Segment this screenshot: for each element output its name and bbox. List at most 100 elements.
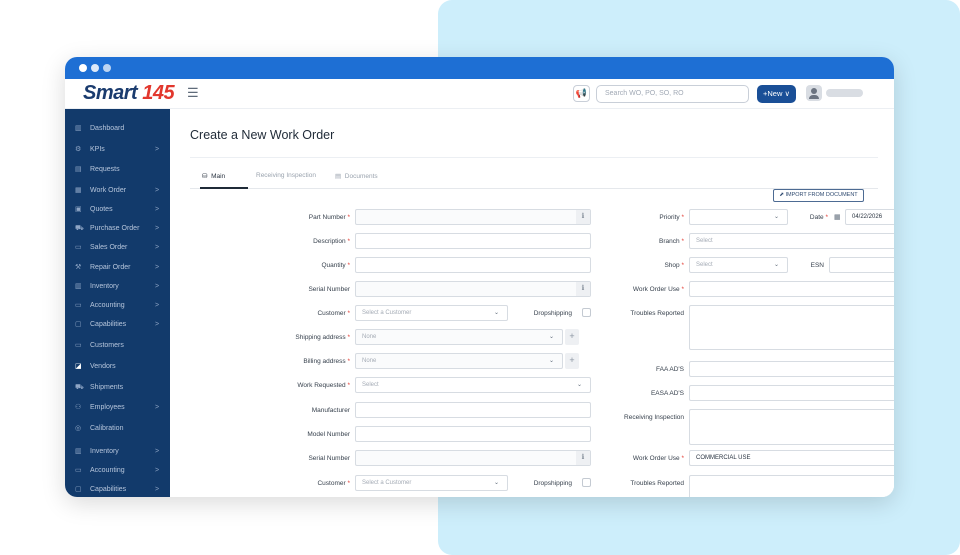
branch-select[interactable]: Select⌄: [689, 233, 894, 249]
part-number-label: Part Number *: [308, 214, 350, 221]
sidebar-item-inventory[interactable]: ▥ Inventory >: [65, 278, 170, 296]
new-button[interactable]: +New ∨: [757, 85, 796, 103]
work-order-use-2-label: Work Order Use *: [632, 455, 684, 462]
customer-select[interactable]: Select a Customer ⌄: [355, 305, 508, 321]
hamburger-menu-icon[interactable]: ☰: [187, 85, 199, 101]
easa-ads-input[interactable]: [689, 385, 894, 401]
esn-input[interactable]: [829, 257, 894, 273]
work-order-use-select[interactable]: ⌄: [689, 281, 894, 297]
quantity-label: Quantity *: [321, 262, 350, 269]
sidebar-item-accounting-2[interactable]: ▭ Accounting >: [65, 462, 170, 480]
capabilities-icon: ▢: [75, 486, 82, 493]
sidebar-item-customers[interactable]: ▭ Customers: [65, 337, 170, 355]
vendors-icon: ◪: [75, 363, 82, 370]
sidebar-item-accounting[interactable]: ▭ Accounting >: [65, 297, 170, 315]
sidebar-item-employees[interactable]: ⚇ Employees >: [65, 399, 170, 417]
sidebar-item-inventory-2[interactable]: ▥ Inventory >: [65, 443, 170, 461]
priority-select[interactable]: ⌄: [689, 209, 788, 225]
sidebar-item-shipments[interactable]: ⛟ Shipments: [65, 379, 170, 397]
tab-receiving-inspection[interactable]: Receiving Inspection: [256, 172, 316, 179]
app-window: Smart 145 ☰ 📢 Search WO, PO, SO, RO +New…: [65, 57, 894, 497]
manufacturer-input[interactable]: [355, 402, 591, 418]
calendar-icon[interactable]: ▦: [834, 213, 841, 221]
tab-main[interactable]: ⛁ Main: [202, 172, 225, 180]
model-number-label: Model Number: [307, 431, 350, 438]
accounting-icon: ▭: [75, 467, 82, 474]
chevron-down-icon: ⌄: [493, 310, 499, 316]
window-dot-icon[interactable]: [103, 64, 111, 72]
work-order-use-2-select[interactable]: COMMERCIAL USE⌄: [689, 450, 894, 466]
receiving-inspection-label: Receiving Inspection: [624, 414, 684, 421]
divider: [190, 157, 878, 158]
easa-ads-label: EASA AD'S: [650, 390, 684, 397]
troubles-reported-label: Troubles Reported: [630, 310, 684, 317]
sidebar-item-work-order[interactable]: ▦ Work Order >: [65, 182, 170, 200]
sidebar-item-calibration[interactable]: ◎ Calibration: [65, 420, 170, 438]
receiving-inspection-textarea[interactable]: [689, 409, 894, 445]
shop-label: Shop *: [664, 262, 684, 269]
sidebar-item-capabilities[interactable]: ▢ Capabilities >: [65, 316, 170, 334]
accounting-icon: ▭: [75, 302, 82, 309]
serial-number-input[interactable]: ℹ: [355, 281, 591, 297]
info-icon[interactable]: ℹ: [576, 282, 590, 296]
search-input[interactable]: Search WO, PO, SO, RO: [596, 85, 749, 103]
window-dot-icon[interactable]: [79, 64, 87, 72]
list-icon: ▦: [75, 187, 82, 194]
import-from-document-button[interactable]: ⬈ IMPORT FROM DOCUMENT: [773, 189, 864, 202]
avatar-icon[interactable]: [806, 85, 822, 101]
quantity-input[interactable]: [355, 257, 591, 273]
tab-documents[interactable]: ▤ Documents: [335, 172, 378, 180]
document-icon: ▤: [75, 166, 82, 173]
sidebar-item-quotes[interactable]: ▣ Quotes >: [65, 201, 170, 219]
shipping-address-select[interactable]: None ⌄: [355, 329, 563, 345]
main-content: Create a New Work Order ⛁ Main Receiving…: [170, 109, 894, 497]
description-label: Description *: [313, 238, 350, 245]
sidebar-item-vendors[interactable]: ◪ Vendors: [65, 358, 170, 376]
window-dot-icon[interactable]: [91, 64, 99, 72]
troubles-reported-textarea[interactable]: [689, 305, 894, 350]
customers-icon: ▭: [75, 342, 82, 349]
sidebar-item-sales-order[interactable]: ▭ Sales Order >: [65, 239, 170, 257]
info-icon[interactable]: ℹ: [576, 210, 590, 224]
sidebar-item-requests[interactable]: ▤ Requests: [65, 161, 170, 179]
billing-address-select[interactable]: None ⌄: [355, 353, 563, 369]
add-shipping-address-button[interactable]: +: [565, 329, 579, 345]
sidebar-item-purchase-order[interactable]: ⛟ Purchase Order >: [65, 220, 170, 238]
sidebar-item-kpis[interactable]: ⚙ KPIs >: [65, 141, 170, 159]
customer-2-label: Customer *: [317, 480, 350, 487]
sidebar-item-dashboard[interactable]: ▥ Dashboard: [65, 120, 170, 138]
card-icon: ▭: [75, 244, 82, 251]
part-number-input[interactable]: ℹ: [355, 209, 591, 225]
work-requested-select[interactable]: Select ⌄: [355, 377, 591, 393]
dropshipping-checkbox[interactable]: [582, 308, 591, 317]
inventory-icon: ▥: [75, 448, 82, 455]
manufacturer-label: Manufacturer: [311, 407, 350, 414]
model-number-input[interactable]: [355, 426, 591, 442]
description-input[interactable]: [355, 233, 591, 249]
work-requested-label: Work Requested *: [297, 382, 350, 389]
sidebar-item-capabilities-2[interactable]: ▢ Capabilities >: [65, 481, 170, 497]
employees-icon: ⚇: [75, 404, 82, 411]
faa-ads-input[interactable]: [689, 361, 894, 377]
sidebar-item-repair-order[interactable]: ⚒ Repair Order >: [65, 259, 170, 277]
troubles-reported-2-textarea[interactable]: [689, 475, 894, 497]
megaphone-icon[interactable]: 📢: [573, 85, 590, 102]
dropshipping-label: Dropshipping: [533, 310, 572, 317]
document-icon: ▤: [335, 173, 342, 180]
dropshipping-2-checkbox[interactable]: [582, 478, 591, 487]
app-logo[interactable]: Smart 145: [83, 82, 175, 105]
info-icon[interactable]: ℹ: [576, 451, 590, 465]
serial-number-2-input[interactable]: ℹ: [355, 450, 591, 466]
add-billing-address-button[interactable]: +: [565, 353, 579, 369]
shop-select[interactable]: Select ⌄: [689, 257, 788, 273]
customer-2-select[interactable]: Select a Customer ⌄: [355, 475, 508, 491]
user-name-placeholder[interactable]: [826, 89, 863, 97]
inventory-icon: ▥: [75, 283, 82, 290]
chevron-down-icon: ⌄: [576, 382, 582, 388]
shipments-icon: ⛟: [75, 384, 84, 391]
date-input[interactable]: 04/22/2026: [845, 209, 894, 225]
top-bar: Smart 145 ☰ 📢 Search WO, PO, SO, RO +New…: [65, 79, 894, 109]
page-title: Create a New Work Order: [190, 128, 335, 142]
dropshipping-2-label: Dropshipping: [533, 480, 572, 487]
faa-ads-label: FAA AD'S: [656, 366, 684, 373]
